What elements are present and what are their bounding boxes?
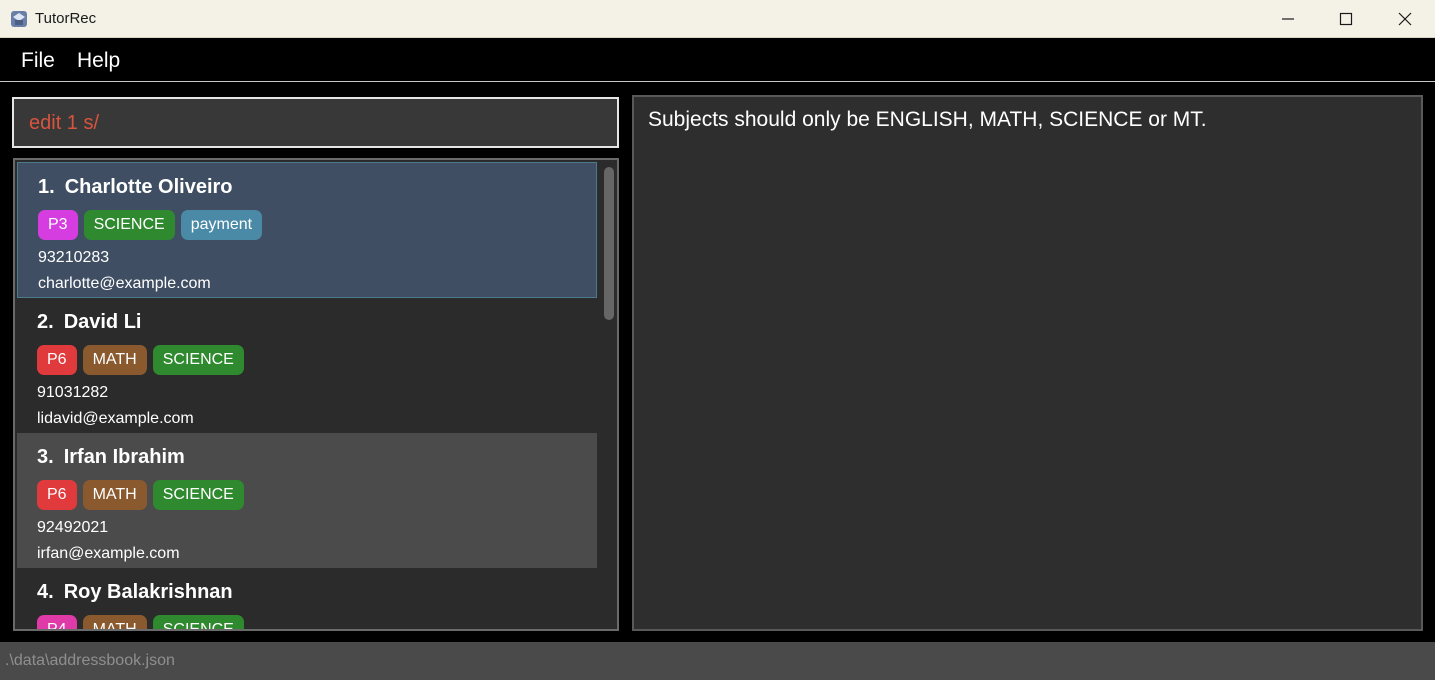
- subject-tag: SCIENCE: [152, 480, 244, 510]
- person-list[interactable]: 1. Charlotte Oliveiro P3 SCIENCE payment …: [13, 158, 619, 631]
- person-name-row: 3. Irfan Ibrahim: [37, 446, 185, 469]
- app-icon: [11, 11, 27, 27]
- tag-list: P3 SCIENCE payment: [38, 210, 263, 240]
- person-name-row: 2. David Li: [37, 311, 141, 334]
- menu-bar: File Help: [0, 38, 1435, 82]
- command-input[interactable]: edit 1 s/: [12, 97, 619, 148]
- person-card[interactable]: 4. Roy Balakrishnan P4 MATH SCIENCE: [17, 568, 597, 629]
- person-index: 3.: [37, 446, 54, 468]
- person-email: irfan@example.com: [37, 545, 180, 562]
- person-phone: 92492021: [37, 519, 109, 536]
- person-card[interactable]: 1. Charlotte Oliveiro P3 SCIENCE payment …: [17, 162, 597, 298]
- level-tag: P6: [37, 480, 77, 510]
- close-icon: [1398, 12, 1412, 26]
- result-display: Subjects should only be ENGLISH, MATH, S…: [632, 95, 1423, 631]
- maximize-icon: [1339, 12, 1353, 26]
- person-name-row: 4. Roy Balakrishnan: [37, 581, 233, 604]
- subject-tag: MATH: [82, 345, 147, 375]
- person-email: charlotte@example.com: [38, 275, 211, 292]
- person-email: lidavid@example.com: [37, 410, 194, 427]
- person-name: Roy Balakrishnan: [63, 581, 233, 603]
- menu-file[interactable]: File: [21, 49, 55, 73]
- person-card[interactable]: 2. David Li P6 MATH SCIENCE 91031282 lida…: [17, 298, 597, 433]
- level-tag: P6: [37, 345, 77, 375]
- level-tag: P3: [38, 210, 78, 240]
- subject-tag: MATH: [82, 615, 147, 629]
- tag-list: P6 MATH SCIENCE: [37, 480, 244, 510]
- subject-tag: SCIENCE: [83, 210, 175, 240]
- scroll-thumb[interactable]: [604, 167, 614, 320]
- subject-tag: SCIENCE: [152, 615, 244, 629]
- person-card[interactable]: 3. Irfan Ibrahim P6 MATH SCIENCE 92492021…: [17, 433, 597, 568]
- window-title: TutorRec: [35, 10, 97, 27]
- person-phone: 93210283: [38, 249, 110, 266]
- level-tag: P4: [37, 615, 77, 629]
- person-index: 4.: [37, 581, 54, 603]
- person-index: 2.: [37, 311, 54, 333]
- menu-help[interactable]: Help: [77, 49, 120, 73]
- save-file-path: .\data\addressbook.json: [5, 652, 175, 669]
- person-name: Charlotte Oliveiro: [64, 176, 233, 198]
- person-index: 1.: [38, 176, 55, 198]
- maximize-button[interactable]: [1317, 0, 1375, 38]
- minimize-icon: [1282, 18, 1294, 20]
- list-scrollbar[interactable]: [600, 160, 617, 629]
- person-name-row: 1. Charlotte Oliveiro: [38, 176, 233, 199]
- minimize-button[interactable]: [1259, 0, 1317, 38]
- subject-tag: SCIENCE: [152, 345, 244, 375]
- person-name: Irfan Ibrahim: [63, 446, 185, 468]
- command-text: edit 1 s/: [29, 112, 100, 134]
- result-message: Subjects should only be ENGLISH, MATH, S…: [648, 108, 1207, 131]
- title-bar: TutorRec: [0, 0, 1435, 38]
- payment-tag: payment: [180, 210, 263, 240]
- tag-list: P6 MATH SCIENCE: [37, 345, 244, 375]
- person-phone: 91031282: [37, 384, 109, 401]
- person-name: David Li: [63, 311, 142, 333]
- close-button[interactable]: [1376, 0, 1434, 38]
- status-bar: .\data\addressbook.json: [0, 642, 1435, 680]
- tag-list: P4 MATH SCIENCE: [37, 615, 244, 629]
- subject-tag: MATH: [82, 480, 147, 510]
